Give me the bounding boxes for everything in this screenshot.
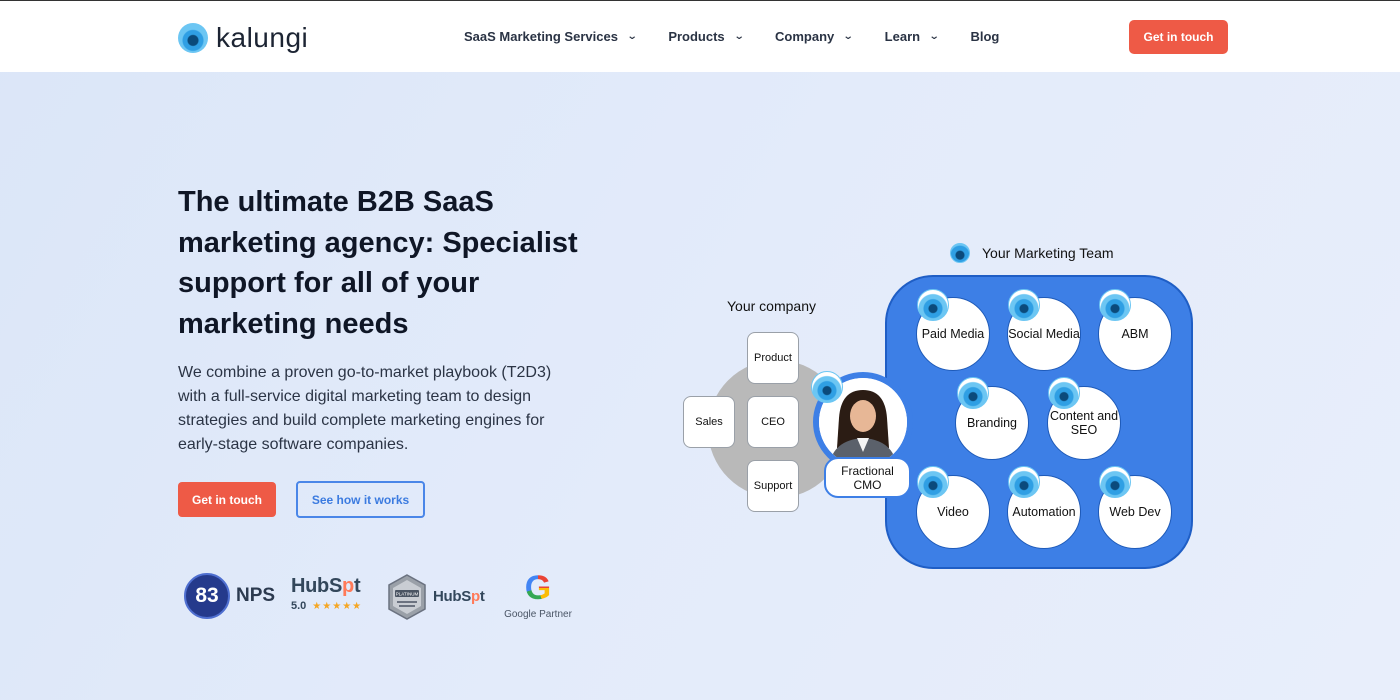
- hubspot-rating-score: 5.0: [291, 600, 307, 612]
- hubspot-logo-part: t: [479, 588, 485, 605]
- hubspot-rating-badge: HubSpt 5.0 ★★★★★: [291, 575, 362, 612]
- nav-get-in-touch-button[interactable]: Get in touch: [1129, 20, 1228, 54]
- see-how-it-works-button[interactable]: See how it works: [296, 481, 425, 518]
- nps-score: 83: [184, 573, 230, 619]
- menu-item-saas-marketing-services[interactable]: SaaS Marketing Services ⌄: [464, 29, 638, 44]
- kalungi-dot-icon: [1099, 466, 1131, 498]
- role-sales: Sales: [683, 396, 735, 448]
- logo-text: kalungi: [216, 22, 309, 53]
- nps-badge: 83 NPS: [184, 573, 275, 619]
- hubspot-logo: HubSpt: [291, 575, 362, 598]
- kalungi-dot-icon: [1008, 289, 1040, 321]
- menu-item-learn[interactable]: Learn ⌄: [884, 29, 940, 44]
- company-title: Your company: [727, 298, 816, 314]
- menu-item-label: Products: [668, 29, 725, 44]
- platinum-label: PLATINUM: [396, 592, 419, 597]
- kalungi-dot-icon: [957, 377, 989, 409]
- marketing-team-diagram: Your Marketing Team Your company Product…: [680, 235, 1200, 580]
- kalungi-dot-icon: [950, 243, 970, 263]
- kalungi-logo-icon: [178, 23, 208, 53]
- hubspot-partner-logo: HubSpt: [433, 588, 485, 605]
- menu-item-company[interactable]: Company ⌄: [775, 29, 854, 44]
- kalungi-dot-icon: [917, 289, 949, 321]
- google-logo-icon: G: [503, 571, 573, 605]
- nps-label: NPS: [236, 585, 276, 606]
- role-support: Support: [747, 460, 799, 512]
- hubspot-logo-part: HubS: [291, 575, 343, 597]
- kalungi-dot-icon: [811, 371, 843, 403]
- menu-item-blog[interactable]: Blog: [970, 29, 999, 44]
- hubspot-logo-sprocket: p: [470, 588, 480, 605]
- kalungi-dot-icon: [1008, 466, 1040, 498]
- chevron-down-icon: ⌄: [626, 31, 638, 42]
- menu-item-label: Learn: [884, 29, 921, 44]
- team-title-text: Your Marketing Team: [982, 245, 1114, 261]
- hero-description: We combine a proven go-to-market playboo…: [178, 364, 552, 453]
- hubspot-logo-sprocket: p: [342, 575, 354, 597]
- hero-title: The ultimate B2B SaaS marketing agency: …: [178, 186, 578, 340]
- menu-item-products[interactable]: Products ⌄: [668, 29, 745, 44]
- team-title: Your Marketing Team: [950, 243, 1114, 263]
- menu-item-label: SaaS Marketing Services: [464, 29, 618, 44]
- hubspot-logo-part: HubS: [433, 588, 471, 605]
- kalungi-dot-icon: [917, 466, 949, 498]
- main-menu: SaaS Marketing Services ⌄ Products ⌄ Com…: [464, 29, 1031, 44]
- chevron-down-icon: ⌄: [733, 31, 745, 42]
- kalungi-logo[interactable]: kalungi: [178, 23, 308, 53]
- role-product: Product: [747, 332, 799, 384]
- hubspot-logo-part: t: [353, 575, 361, 597]
- kalungi-dot-icon: [1048, 377, 1080, 409]
- fractional-cmo-label: Fractional CMO: [824, 457, 911, 498]
- google-partner-badge: G Google Partner: [503, 571, 573, 620]
- kalungi-dot-icon: [1099, 289, 1131, 321]
- platinum-partner-badge-icon: PLATINUM: [388, 574, 426, 620]
- google-partner-label: Google Partner: [504, 609, 572, 620]
- top-navigation: kalungi SaaS Marketing Services ⌄ Produc…: [0, 0, 1400, 72]
- get-in-touch-button[interactable]: Get in touch: [178, 482, 276, 517]
- hubspot-rating: 5.0 ★★★★★: [291, 600, 362, 612]
- menu-item-label: Company: [775, 29, 835, 44]
- star-rating-icon: ★★★★★: [312, 600, 363, 612]
- role-ceo: CEO: [747, 396, 799, 448]
- chevron-down-icon: ⌄: [928, 31, 940, 42]
- menu-item-label: Blog: [970, 29, 1000, 44]
- chevron-down-icon: ⌄: [843, 31, 854, 42]
